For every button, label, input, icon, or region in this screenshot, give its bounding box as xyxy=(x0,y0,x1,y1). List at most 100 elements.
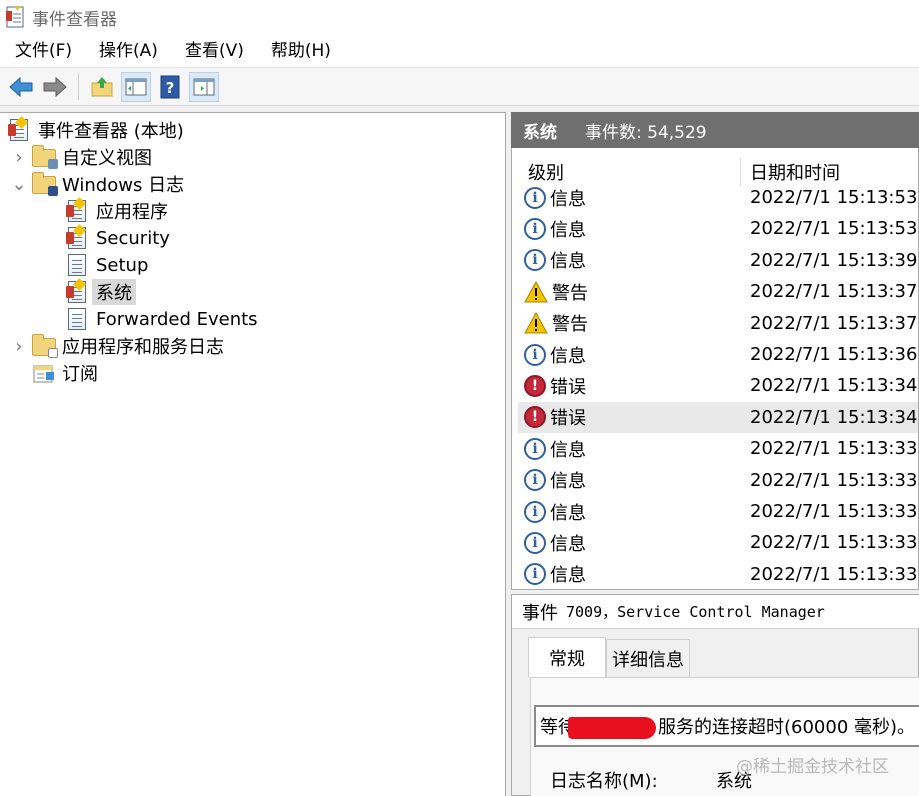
event-datetime: 2022/7/1 15:13:53 xyxy=(750,218,918,240)
menu-action[interactable]: 操作(A) xyxy=(87,34,170,68)
event-row[interactable]: i 信息 2022/7/1 15:13:53 xyxy=(518,213,918,244)
event-level: i 信息 xyxy=(524,467,586,493)
tree-item-security[interactable]: Security xyxy=(66,224,170,251)
event-datetime: 2022/7/1 15:13:39 xyxy=(750,249,918,271)
menu-file[interactable]: 文件(F) xyxy=(3,34,84,68)
event-row[interactable]: ! 错误 2022/7/1 15:13:34 xyxy=(518,401,918,433)
info-icon: i xyxy=(524,437,546,460)
info-icon: i xyxy=(524,531,546,554)
event-level: i 信息 xyxy=(524,436,586,462)
tree-item-forwarded-events[interactable]: Forwarded Events xyxy=(66,306,258,332)
tree-item-root[interactable]: 事件查看器 (本地) xyxy=(8,116,184,143)
toolbar-separator xyxy=(78,73,79,100)
event-datetime: 2022/7/1 15:13:33 xyxy=(750,438,918,460)
log-header: 系统 事件数: 54,529 xyxy=(511,112,919,148)
tree-item-label: 订阅 xyxy=(62,364,98,385)
event-row[interactable]: i 信息 2022/7/1 15:13:39 xyxy=(518,245,918,276)
event-level-text: 错误 xyxy=(550,376,586,398)
info-icon: i xyxy=(524,563,546,586)
show-hide-action-pane-button[interactable] xyxy=(189,71,219,102)
event-row[interactable]: 警告 2022/7/1 15:13:37 xyxy=(518,308,918,339)
event-list[interactable]: 级别 日期和时间 i 信息 2022/7/1 15:13:53 i 信息 2022/7/1… xyxy=(511,148,919,590)
help-button[interactable]: ? xyxy=(155,72,185,102)
event-datetime: 2022/7/1 15:13:37 xyxy=(750,312,918,334)
tree-item-label: Forwarded Events xyxy=(96,308,258,330)
up-button[interactable] xyxy=(87,72,117,102)
log-icon xyxy=(66,308,88,330)
tree-item-subscriptions[interactable]: 订阅 xyxy=(32,360,98,386)
tree-item-windows-logs[interactable]: ⌄ Windows 日志 xyxy=(11,171,185,197)
show-hide-action-pane-icon xyxy=(193,78,215,95)
title-bar: 事件查看器 xyxy=(0,0,919,34)
event-level: i 信息 xyxy=(524,499,586,525)
event-row[interactable]: i 信息 2022/7/1 15:13:33 xyxy=(518,433,918,464)
event-level-text: 信息 xyxy=(550,345,586,367)
event-level-text: 警告 xyxy=(552,282,588,304)
forward-button[interactable] xyxy=(40,72,70,102)
tree-item-label: 自定义视图 xyxy=(62,148,152,169)
show-hide-tree-icon xyxy=(125,78,147,95)
menu-help[interactable]: 帮助(H) xyxy=(259,34,343,68)
event-message[interactable]: 等待 服务的连接超时(60000 毫秒)。 xyxy=(534,705,919,747)
window-title: 事件查看器 xyxy=(32,9,117,30)
event-level: i 信息 xyxy=(524,185,586,211)
tree-item-system[interactable]: 系统 xyxy=(66,278,136,305)
tree-item-setup[interactable]: Setup xyxy=(66,252,148,278)
tab-general[interactable]: 常规 xyxy=(528,637,606,677)
log-title: 系统 xyxy=(523,122,557,143)
event-level-text: 信息 xyxy=(550,565,586,587)
event-level-text: 信息 xyxy=(550,251,586,273)
event-table: 级别 日期和时间 i 信息 2022/7/1 15:13:53 i 信息 2022/7/1… xyxy=(518,154,918,588)
event-level: 警告 xyxy=(524,279,588,305)
event-datetime: 2022/7/1 15:13:34 xyxy=(750,375,918,397)
chevron-right-icon[interactable]: › xyxy=(12,336,26,357)
tree-item-application[interactable]: 应用程序 xyxy=(66,197,168,224)
event-row[interactable]: i 信息 2022/7/1 15:13:33 xyxy=(518,559,918,588)
event-datetime: 2022/7/1 15:13:53 xyxy=(750,187,918,208)
folder-windows-icon xyxy=(32,172,58,196)
tree-item-app-service-logs[interactable]: › 应用程序和服务日志 xyxy=(12,333,224,359)
event-level: i 信息 xyxy=(524,561,586,587)
error-icon: ! xyxy=(524,374,546,397)
chevron-down-icon[interactable]: ⌄ xyxy=(11,174,26,195)
event-datetime: 2022/7/1 15:13:33 xyxy=(750,563,918,585)
tree-item-label: 应用程序和服务日志 xyxy=(62,337,224,358)
event-row[interactable]: 警告 2022/7/1 15:13:37 xyxy=(518,276,918,307)
forward-arrow-icon xyxy=(43,76,67,97)
redaction-mark xyxy=(568,717,656,739)
folder-icon xyxy=(32,334,58,358)
tree-item-custom-views[interactable]: › 自定义视图 xyxy=(12,144,152,170)
event-level: 警告 xyxy=(524,310,588,336)
event-level: ! 错误 xyxy=(524,373,586,399)
log-icon xyxy=(66,224,88,249)
event-datetime: 2022/7/1 15:13:36 xyxy=(750,344,918,365)
chevron-right-icon[interactable]: › xyxy=(12,147,26,168)
info-icon: i xyxy=(524,343,546,366)
event-level-text: 信息 xyxy=(550,439,586,461)
error-icon: ! xyxy=(524,406,546,429)
tree-item-label: Windows 日志 xyxy=(62,175,185,196)
navigation-tree[interactable]: 事件查看器 (本地) › 自定义视图 ⌄ Windows 日志 应用程序 Sec… xyxy=(0,112,506,796)
menu-bar: 文件(F) 操作(A) 查看(V) 帮助(H) xyxy=(0,34,919,68)
back-arrow-icon xyxy=(9,76,33,97)
event-level: ! 错误 xyxy=(524,404,586,430)
event-row[interactable]: i 信息 2022/7/1 15:13:53 xyxy=(518,182,918,213)
tree-item-label: Security xyxy=(96,227,170,249)
log-name-label: 日志名称(M): xyxy=(550,771,658,792)
event-row[interactable]: ! 错误 2022/7/1 15:13:34 xyxy=(518,370,918,401)
event-row[interactable]: i 信息 2022/7/1 15:13:33 xyxy=(518,496,918,527)
tab-details[interactable]: 详细信息 xyxy=(606,639,690,677)
show-hide-tree-button[interactable] xyxy=(121,71,151,102)
event-datetime: 2022/7/1 15:13:37 xyxy=(750,281,918,303)
event-row[interactable]: i 信息 2022/7/1 15:13:36 xyxy=(518,339,918,370)
event-level-text: 信息 xyxy=(550,502,586,524)
event-row[interactable]: i 信息 2022/7/1 15:13:33 xyxy=(518,527,918,558)
message-suffix: 服务的连接超时(60000 毫秒)。 xyxy=(658,717,916,738)
event-id-source: 7009，Service Control Manager xyxy=(566,603,825,621)
event-row[interactable]: i 信息 2022/7/1 15:13:33 xyxy=(518,465,918,496)
event-datetime: 2022/7/1 15:13:33 xyxy=(750,501,918,522)
event-level-text: 信息 xyxy=(550,471,586,493)
menu-view[interactable]: 查看(V) xyxy=(173,34,256,68)
up-folder-icon xyxy=(91,76,113,96)
back-button[interactable] xyxy=(6,72,36,102)
